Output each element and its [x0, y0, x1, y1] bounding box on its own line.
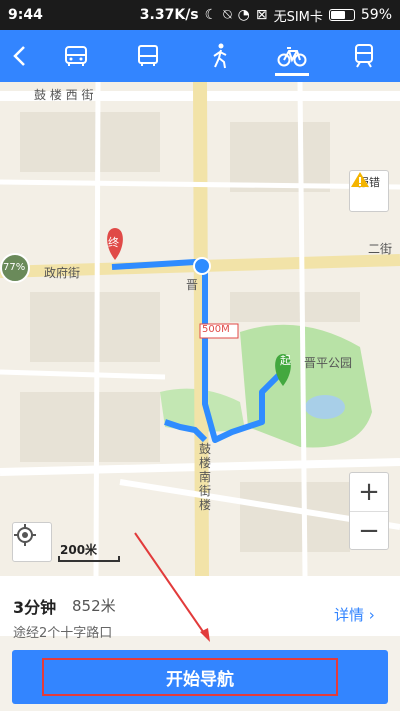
back-arrow-icon	[13, 46, 25, 66]
mode-walk-tab[interactable]	[184, 30, 256, 82]
back-button[interactable]	[0, 30, 40, 82]
mode-car-tab[interactable]	[40, 30, 112, 82]
zoom-in-button[interactable]: +	[350, 473, 388, 511]
wifi-icon: ◔	[237, 7, 250, 23]
route-duration: 3分钟	[13, 598, 57, 617]
street-label-gulou-south: 鼓楼南街楼	[198, 442, 211, 512]
network-speed: 3.37K/s	[139, 7, 199, 23]
walk-icon	[213, 43, 227, 69]
park-label: 晋平公园	[304, 356, 353, 370]
mode-train-tab[interactable]	[328, 30, 400, 82]
mode-bike-tab[interactable]	[256, 30, 328, 82]
travel-mode-bar	[0, 30, 400, 82]
locate-icon	[14, 524, 36, 546]
street-label-zhengfu: 政府街	[44, 266, 81, 280]
zoom-out-button[interactable]: −	[350, 511, 388, 549]
train-icon	[355, 44, 373, 68]
route-info-panel[interactable]: 3分钟 852米 途经2个十字路口 详情 ›	[0, 576, 400, 641]
street-label-gulou-west: 鼓 楼 西 街	[34, 88, 94, 102]
route-detail-link[interactable]: 详情 ›	[334, 604, 375, 625]
street-label-erjie: 二街	[368, 242, 393, 256]
route-map[interactable]: 鼓 楼 西 街 政府街 二街 晋平公园 晋 鼓楼南街楼 起 终 500M 77%…	[0, 82, 400, 576]
status-bar: 9:44 3.37K/s ☾ ⍉ ◔ ⊠ 无SIM卡 59%	[0, 0, 400, 30]
report-error-button[interactable]: 报错	[349, 170, 389, 212]
zoom-controls: + −	[349, 472, 389, 550]
status-time: 9:44	[8, 7, 43, 23]
speed-limit-tag: 500M	[202, 324, 230, 335]
bike-icon	[277, 47, 307, 67]
sim-status: 无SIM卡	[273, 9, 323, 25]
end-marker[interactable]: 终	[108, 234, 119, 250]
battery-icon	[328, 9, 355, 21]
car-icon	[65, 46, 87, 66]
scale-bar	[58, 556, 120, 562]
moon-icon: ☾	[204, 7, 218, 23]
start-navigation-button[interactable]: 开始导航	[12, 650, 388, 704]
vibrate-icon: ⍉	[223, 7, 232, 23]
battery-level: 59%	[360, 7, 392, 23]
area-label: 晋	[186, 278, 199, 292]
detail-label: 详情	[334, 606, 365, 624]
warning-icon	[351, 172, 369, 187]
highlight-box	[42, 658, 338, 696]
route-via: 途经2个十字路口	[13, 626, 113, 641]
mode-bus-tab[interactable]	[112, 30, 184, 82]
sim-icon: ⊠	[255, 7, 268, 23]
cluster-marker[interactable]: 77%	[3, 262, 25, 273]
route-distance: 852米	[72, 597, 116, 615]
locate-me-button[interactable]	[12, 522, 52, 562]
bus-icon	[138, 45, 158, 66]
start-marker[interactable]: 起	[280, 352, 291, 368]
chevron-right-icon: ›	[368, 606, 375, 624]
